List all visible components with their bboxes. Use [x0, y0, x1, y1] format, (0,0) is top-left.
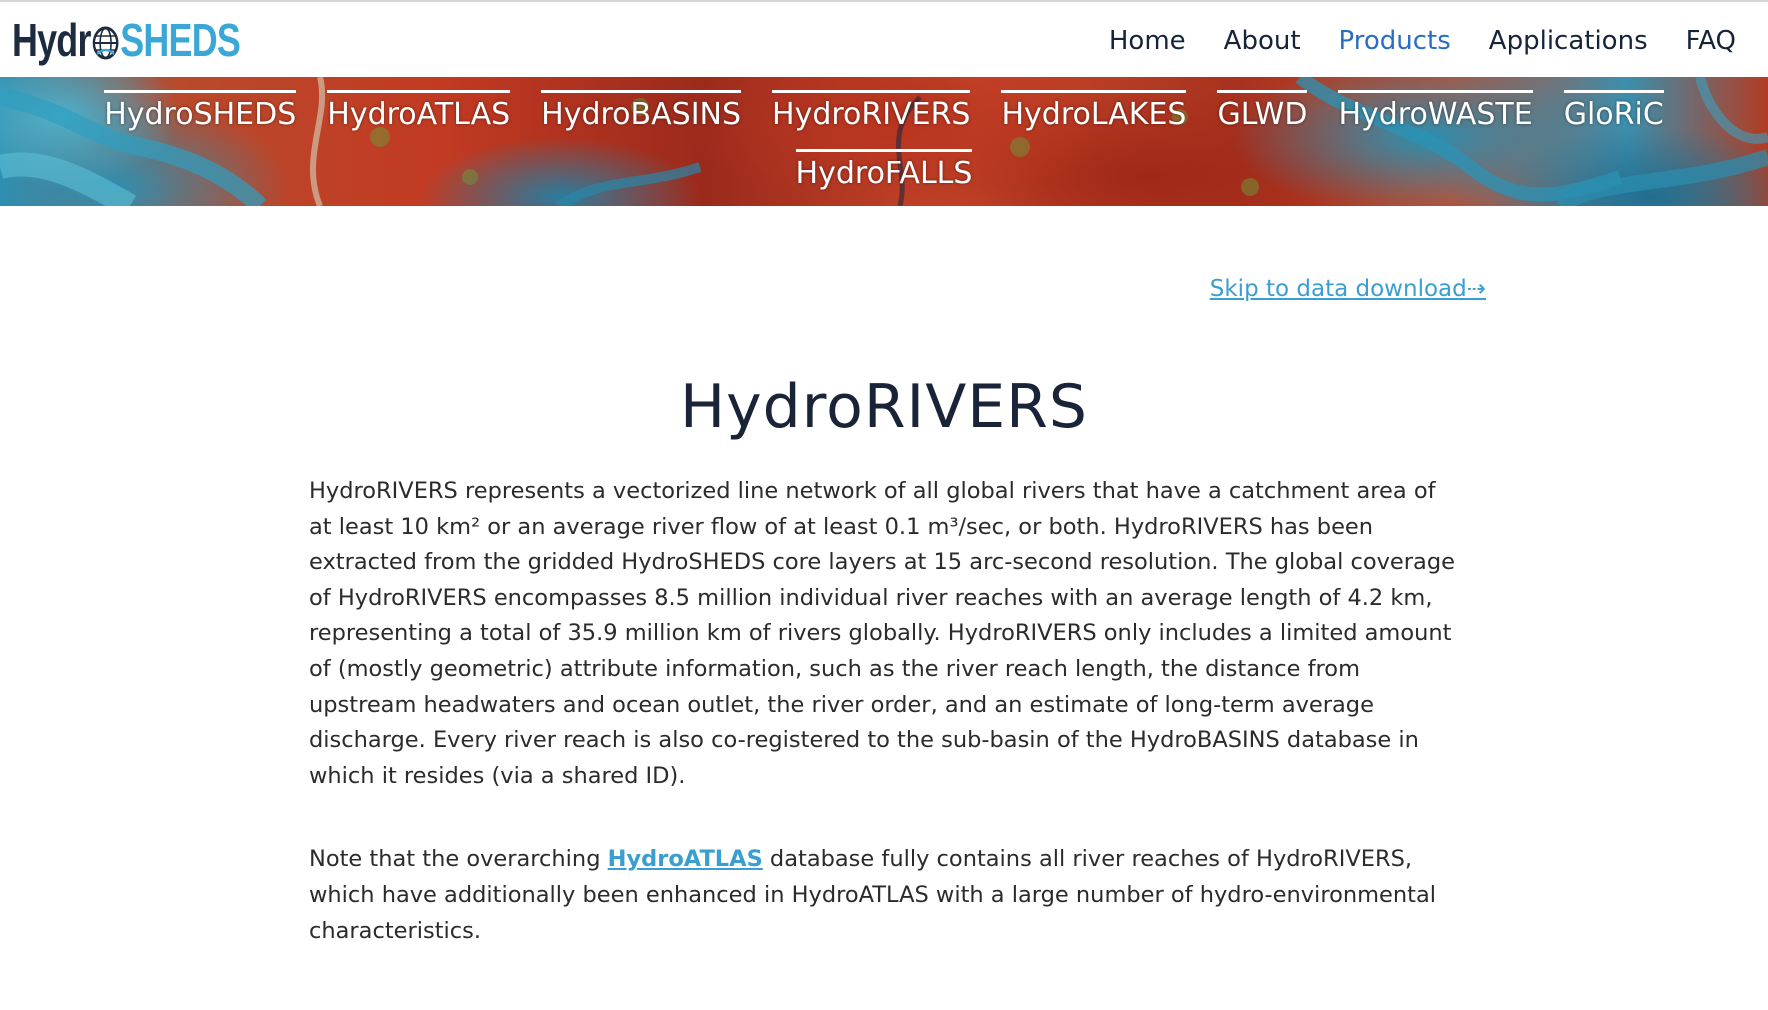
product-subnav-row-2: HydroFALLS [0, 149, 1768, 193]
logo-text-sheds: SHEDS [120, 14, 241, 66]
nav-home[interactable]: Home [1109, 26, 1186, 56]
subnav-glwd[interactable]: GLWD [1217, 90, 1308, 134]
product-subnav-row-1: HydroSHEDS HydroATLAS HydroBASINS HydroR… [0, 90, 1768, 134]
subnav-hydroatlas[interactable]: HydroATLAS [327, 90, 511, 134]
subnav-hydrolakes[interactable]: HydroLAKES [1001, 90, 1187, 134]
subnav-hydrorivers[interactable]: HydroRIVERS [772, 90, 971, 134]
globe-icon [92, 26, 119, 60]
subnav-hydrosheds[interactable]: HydroSHEDS [104, 90, 297, 134]
nav-applications[interactable]: Applications [1489, 26, 1648, 56]
subnav-hydrobasins[interactable]: HydroBASINS [541, 90, 742, 134]
product-banner: HydroSHEDS HydroATLAS HydroBASINS HydroR… [0, 77, 1768, 206]
note-paragraph: Note that the overarching HydroATLAS dat… [309, 842, 1459, 949]
nav-faq[interactable]: FAQ [1686, 26, 1736, 56]
skip-to-download-link[interactable]: Skip to data download⇢ [1210, 276, 1486, 302]
subnav-hydrowaste[interactable]: HydroWASTE [1338, 90, 1533, 134]
description-paragraph: HydroRIVERS represents a vectorized line… [309, 478, 1455, 789]
subnav-gloric[interactable]: GloRiC [1563, 90, 1664, 134]
main-nav: Home About Products Applications FAQ [1109, 2, 1736, 79]
nav-about[interactable]: About [1224, 26, 1301, 56]
site-logo[interactable]: Hydr SHEDS [12, 12, 241, 68]
nav-products[interactable]: Products [1339, 26, 1451, 56]
product-description: HydroRIVERS represents a vectorized line… [309, 474, 1459, 949]
top-header: Hydr SHEDS Home About Products Applicati… [0, 0, 1768, 77]
hydroatlas-link[interactable]: HydroATLAS [608, 846, 763, 872]
logo-text-hydro: Hydr [12, 14, 91, 66]
subnav-hydrofalls[interactable]: HydroFALLS [795, 149, 973, 193]
page-title: HydroRIVERS [680, 372, 1088, 442]
note-text-before: Note that the overarching [309, 846, 608, 873]
